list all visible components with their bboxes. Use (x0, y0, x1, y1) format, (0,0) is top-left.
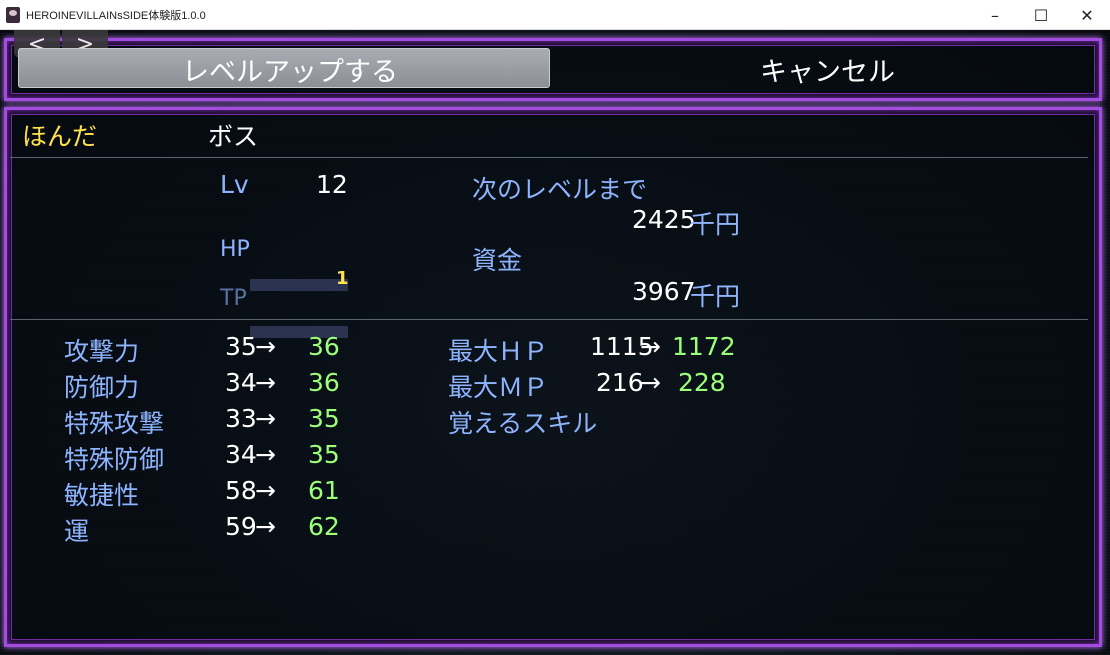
level-value: 12 (316, 170, 348, 199)
param-current: 59 (225, 512, 257, 541)
funds-value: 3967 (632, 277, 696, 306)
max-stat-next: 1172 (672, 332, 736, 361)
arrow-icon: → (255, 512, 276, 541)
param-current: 34 (225, 440, 257, 469)
max-stat-name: 最大ＨＰ (448, 337, 549, 366)
param-next: 35 (308, 440, 340, 469)
param-name: 敏捷性 (64, 481, 140, 510)
param-name: 攻撃力 (64, 337, 140, 366)
hp-gauge (250, 279, 348, 291)
level-label: Lv (220, 170, 249, 199)
cancel-command[interactable]: キャンセル (760, 50, 895, 89)
divider-top (10, 157, 1088, 158)
param-name: 特殊防御 (64, 445, 165, 474)
param-current: 58 (225, 476, 257, 505)
param-next: 35 (308, 404, 340, 433)
tp-label: TP (220, 286, 247, 311)
next-level-unit: 千円 (690, 210, 741, 239)
skills-label: 覚えるスキル (448, 409, 598, 438)
arrow-icon: → (255, 368, 276, 397)
arrow-icon: → (255, 440, 276, 469)
arrow-icon: → (640, 332, 661, 361)
divider-middle (10, 319, 1088, 320)
title-bar: HEROINEVILLAINsSIDE体験版1.0.0 – ☐ ✕ (0, 0, 1110, 30)
maximize-icon[interactable]: ☐ (1018, 0, 1064, 30)
param-name: 特殊攻撃 (64, 409, 165, 438)
param-next: 36 (308, 368, 340, 397)
param-next: 61 (308, 476, 340, 505)
funds-label: 資金 (472, 246, 523, 275)
param-next: 36 (308, 332, 340, 361)
game-screen: < > レベルアップする キャンセル ほんだ ボス Lv 12 HP 1 TP … (0, 30, 1110, 655)
arrow-icon: → (255, 332, 276, 361)
next-level-value: 2425 (632, 205, 696, 234)
param-current: 34 (225, 368, 257, 397)
minimize-icon[interactable]: – (972, 0, 1018, 30)
param-next: 62 (308, 512, 340, 541)
close-icon[interactable]: ✕ (1064, 0, 1110, 30)
app-icon (6, 7, 20, 23)
arrow-icon: → (255, 404, 276, 433)
arrow-icon: → (640, 368, 661, 397)
param-current: 33 (225, 404, 257, 433)
param-name: 運 (64, 517, 90, 546)
max-stat-next: 228 (678, 368, 726, 397)
hp-label: HP (220, 237, 250, 262)
actor-name: ほんだ (22, 122, 98, 151)
funds-unit: 千円 (690, 282, 741, 311)
max-stat-current: 216 (596, 368, 644, 397)
levelup-command[interactable]: レベルアップする (182, 50, 398, 89)
arrow-icon: → (255, 476, 276, 505)
param-name: 防御力 (64, 373, 140, 402)
param-current: 35 (225, 332, 257, 361)
next-level-label: 次のレベルまで (472, 175, 648, 204)
hp-value: 1 (336, 268, 349, 289)
window-title: HEROINEVILLAINsSIDE体験版1.0.0 (26, 10, 206, 22)
max-stat-name: 最大ＭＰ (448, 373, 549, 402)
actor-class: ボス (208, 122, 259, 151)
